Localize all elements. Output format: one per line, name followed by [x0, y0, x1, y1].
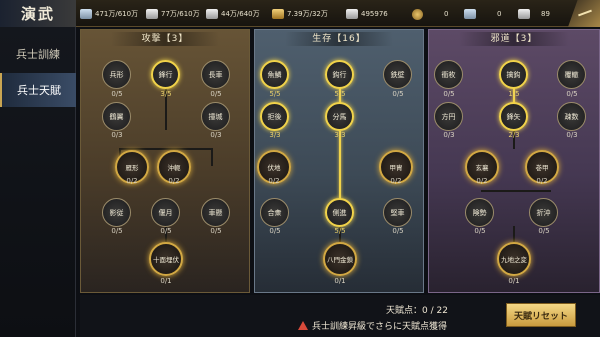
survive-panel-title: 生存【16】 [285, 32, 393, 46]
talent-node-evil-1[interactable]: 衝枚 [434, 60, 463, 89]
silver-ingot-icon [518, 9, 530, 19]
talent-node-evil-10[interactable]: 折沖 [529, 198, 558, 227]
soldier-icon [80, 9, 92, 19]
talent-count: 0/2 [476, 177, 488, 185]
sidebar-item-talent[interactable]: 兵士天賦 [0, 73, 76, 107]
resource-food: 77万/610万 [146, 7, 200, 21]
jade-icon [464, 9, 476, 19]
talent-count: 0/3 [210, 131, 222, 139]
top-resource-bar: 演武 471万/610万 77万/610万 44万/640万 7.39万/32万… [0, 0, 600, 27]
coin-icon [412, 8, 423, 20]
talent-count: 0/5 [443, 90, 455, 98]
gold-ingot-icon [272, 9, 284, 19]
talent-count: 0/2 [168, 177, 180, 185]
talent-node-attack-4[interactable]: 鶴翼 [102, 102, 131, 131]
resource-iron: 44万/640万 [206, 7, 260, 21]
resource-scroll: 495976 [346, 7, 388, 21]
talent-node-survive-5[interactable]: 分馬 [325, 102, 354, 131]
talent-node-attack-8[interactable]: 影従 [102, 198, 131, 227]
talent-count: 0/5 [538, 227, 550, 235]
talent-node-evil-5[interactable]: 鋒矢 [499, 102, 528, 131]
talent-node-survive-9[interactable]: 側進 [325, 198, 354, 227]
talent-count: 0/1 [334, 277, 346, 285]
survive-panel: 生存【16】 魚鱗 5/5 鈎行 5/5 鉄壁 0/5 拒後 3/3 分馬 3/… [254, 29, 424, 293]
talent-tree-area: 攻撃【3】 兵形 0/5 鋒行 3/5 長車 0/5 鶴翼 0/3 撞城 0/3… [80, 29, 600, 295]
talent-count: 3/5 [160, 90, 172, 98]
talent-node-evil-4[interactable]: 方円 [434, 102, 463, 131]
talent-node-survive-3[interactable]: 鉄壁 [383, 60, 412, 89]
talent-count: 0/5 [474, 227, 486, 235]
warning-icon [298, 321, 308, 330]
talent-count: 0/2 [390, 177, 402, 185]
talent-node-survive-1[interactable]: 魚鱗 [260, 60, 289, 89]
talent-node-evil-ultimate[interactable]: 九地之変 [497, 242, 531, 276]
talent-node-attack-2[interactable]: 鋒行 [151, 60, 180, 89]
talent-node-evil-3[interactable]: 覆轍 [557, 60, 586, 89]
talent-count: 0/5 [269, 227, 281, 235]
talent-node-attack-1[interactable]: 兵形 [102, 60, 131, 89]
warning-message: 兵士訓練昇級でさらに天賦点獲得 [298, 319, 447, 332]
talent-count: 0/3 [111, 131, 123, 139]
app-logo: 演武 [0, 0, 76, 27]
talent-node-evil-9[interactable]: 険勢 [465, 198, 494, 227]
talent-node-attack-9[interactable]: 偃月 [151, 198, 180, 227]
talent-count: 0/5 [392, 227, 404, 235]
talent-node-survive-4[interactable]: 拒後 [260, 102, 289, 131]
talent-count: 0/5 [566, 90, 578, 98]
talent-count: 0/1 [160, 277, 172, 285]
talent-count: 0/1 [508, 277, 520, 285]
talent-node-attack-5[interactable]: 撞城 [201, 102, 230, 131]
sidebar: 兵士訓練 兵士天賦 [0, 27, 76, 337]
talent-count: 0/3 [443, 131, 455, 139]
sidebar-item-training[interactable]: 兵士訓練 [0, 37, 76, 71]
food-icon [146, 9, 158, 19]
resource-soldier: 471万/610万 [80, 7, 138, 21]
talent-count: 0/5 [210, 90, 222, 98]
talent-count: 0/2 [268, 177, 280, 185]
talent-count: 0/3 [566, 131, 578, 139]
talent-count: 0/2 [536, 177, 548, 185]
talent-count: 5/5 [334, 90, 346, 98]
talent-node-evil-6[interactable]: 疎数 [557, 102, 586, 131]
talent-node-survive-ultimate[interactable]: 八門金鎖 [323, 242, 357, 276]
talent-count: 3/3 [334, 131, 346, 139]
footer-bar: 天賦点：0 / 22 兵士訓練昇級でさらに天賦点獲得 天賦リセット [80, 295, 600, 337]
resource-coin: 0 [412, 7, 448, 21]
attack-panel: 攻撃【3】 兵形 0/5 鋒行 3/5 長車 0/5 鶴翼 0/3 撞城 0/3… [80, 29, 250, 293]
talent-count: 0/5 [111, 227, 123, 235]
talent-reset-button[interactable]: 天賦リセット [506, 303, 576, 327]
talent-count: 1/5 [508, 90, 520, 98]
close-button[interactable] [568, 0, 600, 27]
resource-jade: 0 [464, 7, 501, 21]
talent-node-evil-2[interactable]: 擒鈎 [499, 60, 528, 89]
talent-count: 0/5 [210, 227, 222, 235]
talent-count: 5/5 [269, 90, 281, 98]
evil-panel-title: 邪道【3】 [459, 32, 569, 46]
talent-count: 0/2 [126, 177, 138, 185]
resource-silver: 89 [518, 7, 550, 21]
talent-points: 天賦点：0 / 22 [386, 306, 448, 316]
talent-node-attack-10[interactable]: 車懸 [201, 198, 230, 227]
talent-node-attack-3[interactable]: 長車 [201, 60, 230, 89]
talent-node-survive-10[interactable]: 堅車 [383, 198, 412, 227]
talent-node-survive-2[interactable]: 鈎行 [325, 60, 354, 89]
talent-count: 5/5 [334, 227, 346, 235]
scroll-icon [346, 9, 358, 19]
talent-node-attack-ultimate[interactable]: 十面埋伏 [149, 242, 183, 276]
talent-count: 0/5 [160, 227, 172, 235]
talent-node-survive-8[interactable]: 合衆 [260, 198, 289, 227]
attack-panel-title: 攻撃【3】 [111, 32, 219, 46]
evil-panel: 邪道【3】 衝枚 0/5 擒鈎 1/5 覆轍 0/5 方円 0/3 鋒矢 2/3… [428, 29, 600, 293]
iron-icon [206, 9, 218, 19]
talent-count: 3/3 [269, 131, 281, 139]
resource-gold: 7.39万/32万 [272, 7, 328, 21]
talent-count: 0/5 [111, 90, 123, 98]
talent-count: 0/5 [392, 90, 404, 98]
talent-count: 2/3 [508, 131, 520, 139]
